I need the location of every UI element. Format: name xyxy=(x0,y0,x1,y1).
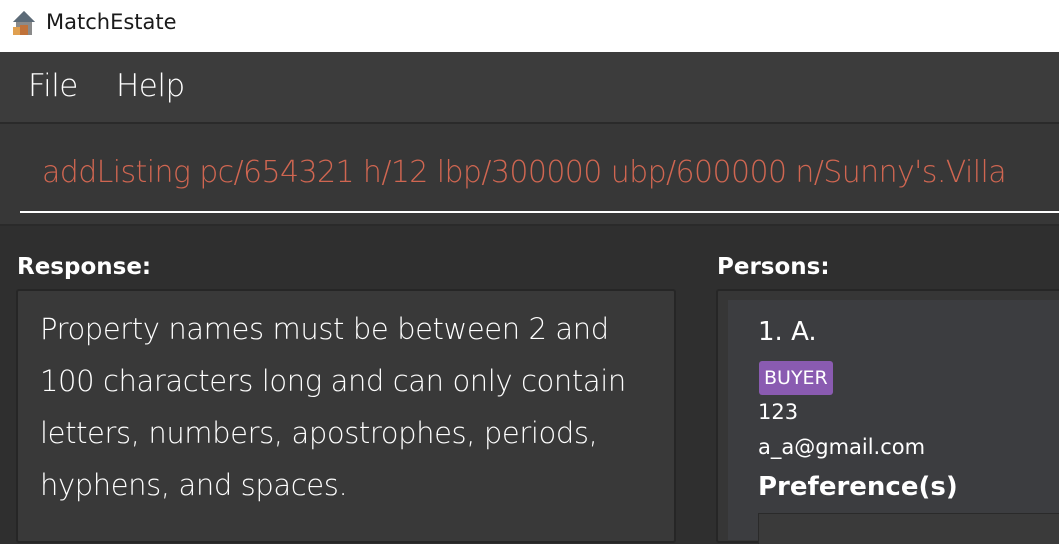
command-box: addListing pc/654321 h/12 lbp/300000 ubp… xyxy=(0,124,1059,226)
menu-file[interactable]: File xyxy=(28,68,78,104)
person-email: a_a@gmail.com xyxy=(758,435,926,459)
person-card[interactable]: 1. A. BUYER 123 a_a@gmail.com Preference… xyxy=(728,300,1059,544)
command-input[interactable]: addListing pc/654321 h/12 lbp/300000 ubp… xyxy=(42,155,1007,190)
response-heading: Response: xyxy=(17,254,152,280)
command-input-underline xyxy=(20,211,1059,213)
person-name: 1. A. xyxy=(758,317,817,347)
response-line: letters, numbers, apostrophes, periods, xyxy=(40,416,598,450)
house-icon xyxy=(13,11,35,35)
response-line: 100 characters long and can only contain xyxy=(40,364,626,398)
preferences-list xyxy=(758,513,1059,544)
window-title: MatchEstate xyxy=(46,10,177,34)
response-line: Property names must be between 2 and xyxy=(40,312,609,346)
title-bar: MatchEstate xyxy=(0,0,1059,52)
preferences-heading: Preference(s) xyxy=(758,472,958,502)
persons-heading: Persons: xyxy=(717,254,830,280)
person-phone: 123 xyxy=(758,400,799,424)
role-tag: BUYER xyxy=(759,361,833,395)
response-panel: Property names must be between 2 and 100… xyxy=(16,289,676,543)
response-line: hyphens, and spaces. xyxy=(40,468,348,502)
menu-bar: File Help xyxy=(0,52,1059,124)
response-message: Property names must be between 2 and 100… xyxy=(40,303,665,511)
menu-help[interactable]: Help xyxy=(116,68,185,104)
